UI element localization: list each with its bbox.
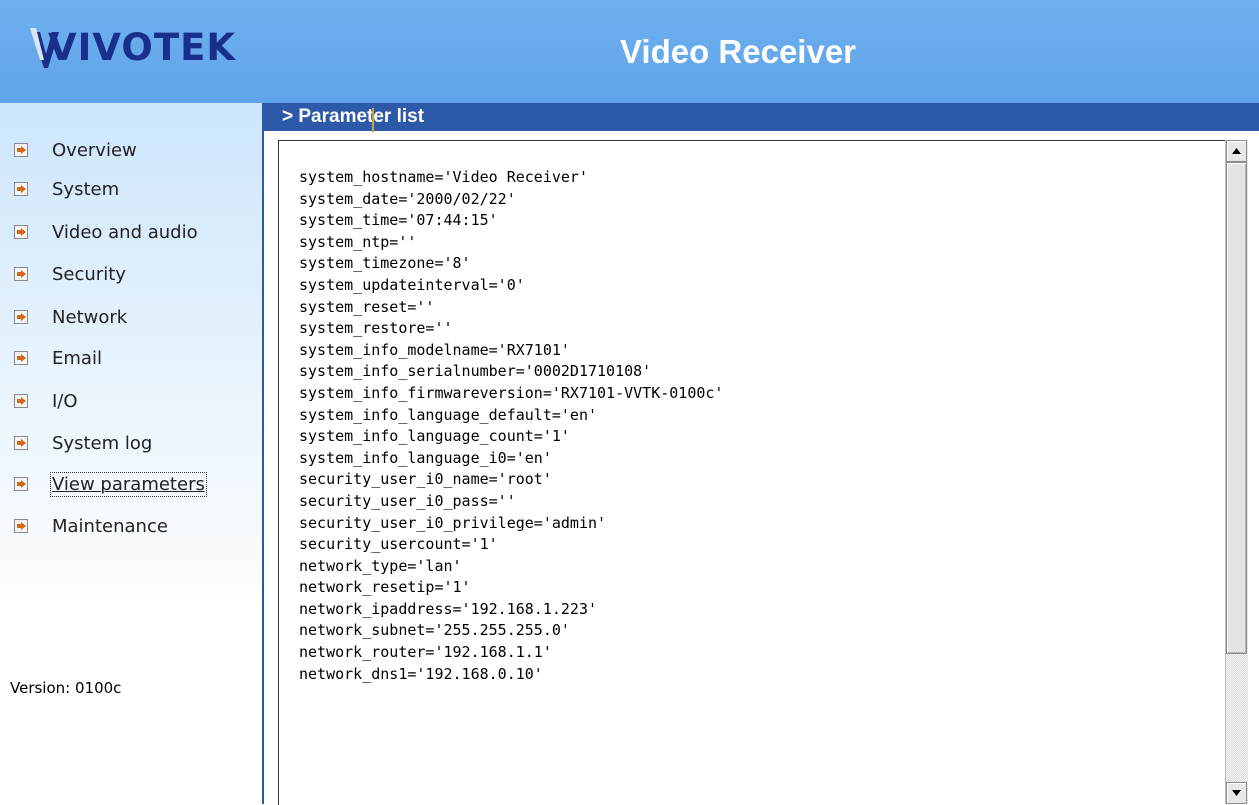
parameter-line: system_time='07:44:15' [299,211,498,230]
sidebar-item-label: Overview [52,139,137,161]
parameter-line: system_restore='' [299,319,453,338]
sidebar-item-label: Email [52,347,102,369]
parameter-line: system_info_serialnumber='0002D1710108' [299,362,652,381]
parameter-line: system_timezone='8' [299,254,471,273]
sidebar-item-label: System [52,178,120,200]
sidebar-item-label: Network [52,306,128,328]
parameter-line: system_info_language_i0='en' [299,448,552,467]
parameter-line: network_subnet='255.255.255.0' [299,621,570,640]
sidebar-item-label: View parameters [50,471,207,497]
content-divider [262,131,264,804]
parameter-line: system_info_language_default='en' [299,405,598,424]
version-label: Version: 0100c [10,679,122,697]
parameter-list-box[interactable]: system_hostname='Video Receiver' system_d… [278,140,1226,805]
sidebar-item-label: System log [52,432,153,454]
sidebar-item-system-log[interactable]: System log [14,430,152,456]
triangle-down-icon [1232,790,1241,796]
arrow-right-icon [14,477,28,491]
arrow-right-icon [14,143,28,157]
parameter-line: system_date='2000/02/22' [299,189,516,208]
parameter-list: system_hostname='Video Receiver' system_d… [299,167,723,685]
parameter-line: network_resetip='1' [299,578,471,597]
sidebar-item-maintenance[interactable]: Maintenance [14,513,168,539]
arrow-right-icon [14,310,28,324]
arrow-right-icon [14,394,28,408]
parameter-line: network_dns1='192.168.0.10' [299,664,543,683]
parameter-line: security_usercount='1' [299,535,498,554]
sidebar-item-label: Security [52,263,126,285]
logo-text: VIVOTEK [48,26,237,69]
sidebar: Overview System Video and audio Security… [0,103,262,804]
arrow-right-icon [14,436,28,450]
parameter-line: system_info_modelname='RX7101' [299,340,570,359]
sidebar-item-label: I/O [52,390,78,412]
sidebar-item-label: Maintenance [52,515,168,537]
scroll-down-button[interactable] [1226,782,1247,804]
app-title: Video Receiver [620,33,857,70]
parameter-line: system_info_language_count='1' [299,427,570,446]
parameter-line: network_type='lan' [299,556,462,575]
header: VIVOTEK Video Receiver [0,0,1259,103]
parameter-line: system_ntp='' [299,232,417,251]
sidebar-item-label: Video and audio [52,221,198,243]
parameter-line: system_reset='' [299,297,435,316]
triangle-up-icon [1232,148,1241,154]
section-title: > Parameter list [282,106,425,127]
arrow-right-icon [14,225,28,239]
arrow-right-icon [14,519,28,533]
parameter-line: security_user_i0_privilege='admin' [299,513,607,532]
parameter-line: system_info_firmwareversion='RX7101-VVTK… [299,383,724,402]
parameter-line: network_router='192.168.1.1' [299,643,552,662]
parameter-line: network_ipaddress='192.168.1.223' [299,599,598,618]
arrow-right-icon [14,267,28,281]
sidebar-item-system[interactable]: System [14,176,119,202]
sidebar-item-network[interactable]: Network [14,304,127,330]
parameter-line: system_hostname='Video Receiver' [299,168,588,186]
parameter-line: security_user_i0_pass='' [299,491,516,510]
sidebar-item-video-and-audio[interactable]: Video and audio [14,219,198,245]
sidebar-item-security[interactable]: Security [14,261,126,287]
parameter-line: system_updateinterval='0' [299,275,525,294]
section-header-bar: > Parameter list [262,103,1259,131]
sidebar-item-email[interactable]: Email [14,345,102,371]
sidebar-item-overview[interactable]: Overview [14,137,137,163]
scroll-up-button[interactable] [1226,140,1247,162]
sidebar-item-io[interactable]: I/O [14,388,78,414]
scrollbar-thumb[interactable] [1226,162,1247,654]
text-cursor [372,108,374,132]
sidebar-item-view-parameters[interactable]: View parameters [14,471,207,497]
arrow-right-icon [14,182,28,196]
vertical-scrollbar[interactable] [1225,140,1248,804]
arrow-right-icon [14,351,28,365]
parameter-line: security_user_i0_name='root' [299,470,552,489]
